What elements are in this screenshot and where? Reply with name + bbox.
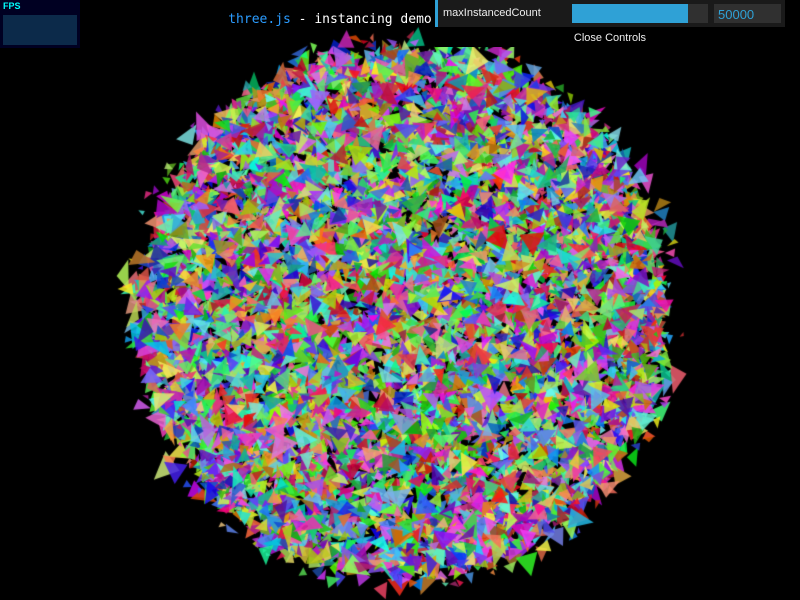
controller-name: maxInstancedCount: [443, 7, 541, 19]
controller-row: maxInstancedCount: [435, 0, 785, 27]
demo-title: - instancing demo: [290, 12, 432, 27]
fps-graph: [3, 15, 77, 45]
value-input[interactable]: [714, 4, 781, 23]
threejs-link[interactable]: three.js: [228, 12, 291, 27]
close-controls-label: Close Controls: [573, 32, 647, 44]
stats-panel[interactable]: FPS: [0, 0, 80, 48]
webgl-canvas[interactable]: [0, 0, 800, 600]
value-slider[interactable]: [572, 4, 708, 23]
close-controls-button[interactable]: Close Controls: [435, 27, 785, 47]
slider-fill: [572, 4, 688, 23]
fps-label: FPS: [3, 1, 21, 11]
controls-panel: maxInstancedCount Close Controls: [435, 0, 785, 47]
